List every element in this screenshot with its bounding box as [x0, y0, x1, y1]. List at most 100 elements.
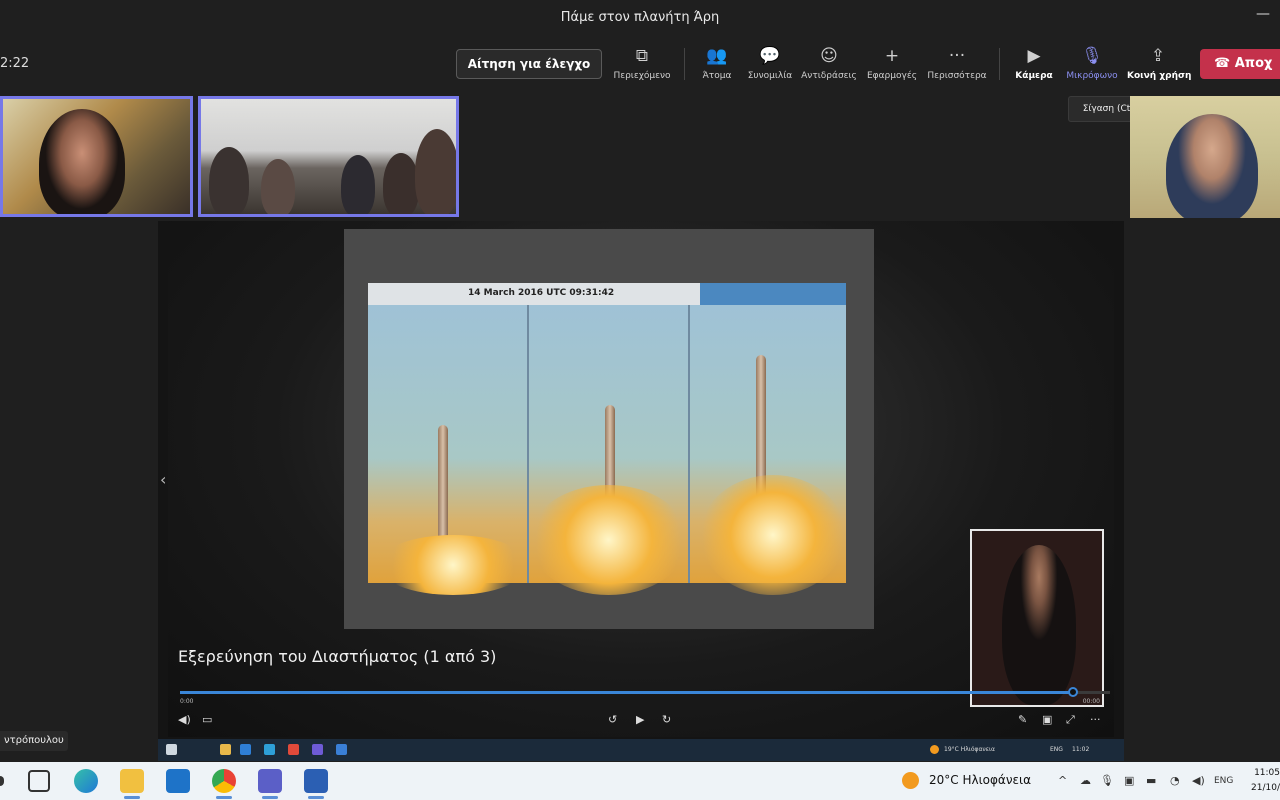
meeting-timer: 2:22 [0, 56, 30, 71]
edge-icon[interactable] [74, 769, 98, 793]
fullscreen-icon[interactable]: ⤢ [1066, 713, 1075, 727]
participant-video-3[interactable] [1130, 96, 1280, 218]
chat-button[interactable]: 💬 Συνομιλία [739, 44, 801, 81]
microphone-tray-icon: 🎙 [1100, 774, 1114, 787]
exhaust-plume [700, 475, 846, 595]
shared-language: ENG [1050, 746, 1063, 753]
chrome-icon [288, 744, 299, 755]
progress-handle[interactable] [1067, 687, 1078, 697]
clock-date: 21/10/ [1251, 783, 1280, 793]
volume-tray-icon: ◀) [1192, 774, 1205, 787]
shared-screen[interactable]: 14 March 2016 UTC 09:31:42 Εξερεύνηση το… [158, 221, 1124, 761]
rocket-panel-2 [529, 305, 688, 595]
interpreter-figure [1002, 545, 1076, 705]
start-icon [166, 744, 177, 755]
exhaust-plume [529, 485, 688, 595]
slide-logo [700, 283, 846, 305]
chat-icon: 💬 [759, 46, 781, 66]
rocket-panel-1 [368, 305, 528, 595]
camera-button[interactable]: ▶ Κάμερα [1003, 44, 1065, 81]
meet-now-icon: ▣ [1124, 774, 1135, 787]
window-title-bar: Πάμε στον πλανήτη Άρη — [0, 0, 1280, 36]
store-icon [240, 744, 251, 755]
elapsed-time: 0:00 [180, 698, 194, 705]
slide-header: 14 March 2016 UTC 09:31:42 [368, 283, 846, 305]
photos-icon [336, 744, 347, 755]
battery-icon: ▬ [1146, 774, 1157, 787]
volume-icon[interactable]: ◀) [178, 713, 191, 726]
rewind-icon[interactable]: ↺ [608, 713, 617, 726]
task-view-icon[interactable] [28, 770, 50, 792]
more-icon: ··· [948, 46, 966, 66]
camera-icon: ▶ [1027, 46, 1041, 66]
hang-up-icon: ☎ [1214, 56, 1231, 71]
toolbar-divider [999, 48, 1000, 80]
cloud-icon: ☁ [1080, 774, 1091, 787]
chevron-left-icon[interactable]: ‹ [160, 470, 166, 489]
share-tray-icon: ⧉ [635, 46, 649, 66]
video-subtitle: Εξερεύνηση του Διαστήματος (1 από 3) [178, 647, 497, 666]
clock-time: 11:05 [1254, 768, 1280, 778]
edit-icon[interactable]: ✎ [1018, 713, 1027, 726]
play-icon[interactable]: ▶ [636, 713, 644, 726]
miniplayer-icon[interactable]: ▣ [1042, 713, 1052, 726]
participant-video-1[interactable] [0, 96, 193, 217]
forward-icon[interactable]: ↻ [662, 713, 671, 726]
more-label: Περισσότερα [927, 71, 987, 81]
reactions-button[interactable]: ☺ Αντιδράσεις [798, 44, 860, 81]
participant-video-2[interactable] [198, 96, 459, 217]
meeting-toolbar: 2:22 Αίτηση για έλεγχο ⧉ Περιεχόμενο 👥 Ά… [0, 36, 1280, 94]
minimize-button[interactable]: — [1256, 6, 1270, 22]
shared-weather: 19°C Ηλιόφανεια [944, 746, 995, 753]
video-progress-bar[interactable] [180, 687, 1110, 697]
progress-fill [180, 691, 1073, 694]
microphone-button[interactable]: 🎙 Μικρόφωνο [1061, 44, 1123, 81]
file-explorer-icon[interactable] [120, 769, 144, 799]
word-icon[interactable] [304, 769, 328, 799]
share-screen-icon: ⇪ [1150, 46, 1166, 66]
rocket-panel-3 [690, 305, 846, 595]
projected-slide: 14 March 2016 UTC 09:31:42 [368, 283, 846, 595]
participant-figure [383, 153, 419, 214]
participant-figure [39, 109, 125, 214]
sun-icon [902, 772, 919, 789]
chrome-icon[interactable] [212, 769, 236, 799]
mail-icon[interactable] [166, 769, 190, 793]
network-icon: ◔ [1170, 774, 1180, 787]
microphone-label: Μικρόφωνο [1066, 71, 1118, 81]
search-icon[interactable] [0, 776, 4, 786]
apps-button[interactable]: + Εφαρμογές [861, 44, 923, 81]
reactions-icon: ☺ [820, 46, 838, 66]
more-button[interactable]: ··· Περισσότερα [926, 44, 988, 81]
captions-icon[interactable]: ▭ [202, 713, 212, 726]
participant-figure [341, 155, 375, 214]
apps-label: Εφαρμογές [867, 71, 917, 81]
share-tray-button[interactable]: ⧉ Περιεχόμενο [611, 44, 673, 81]
share-screen-button[interactable]: ⇪ Κοινή χρήση [1127, 44, 1192, 81]
chevron-up-icon[interactable]: ^ [1058, 774, 1067, 787]
request-control-button[interactable]: Αίτηση για έλεγχο [456, 49, 602, 79]
taskbar-weather[interactable]: 20°C Ηλιοφάνεια [929, 773, 1031, 787]
slide-caption: 14 March 2016 UTC 09:31:42 [468, 288, 615, 298]
total-time: 00:00 [1082, 698, 1100, 705]
teams-icon[interactable] [258, 769, 282, 799]
sign-language-interpreter [970, 529, 1104, 707]
leave-button[interactable]: ☎ Αποχ [1200, 49, 1280, 79]
weather-icon [930, 745, 939, 754]
language-indicator[interactable]: ENG [1214, 776, 1233, 786]
participant-figure [261, 159, 295, 214]
microphone-icon: 🎙 [1081, 46, 1103, 66]
share-tray-label: Περιεχόμενο [613, 71, 671, 81]
apps-icon: + [884, 46, 900, 66]
teams-icon [312, 744, 323, 755]
chat-label: Συνομιλία [747, 71, 793, 81]
edge-icon [264, 744, 275, 755]
share-screen-label: Κοινή χρήση [1127, 71, 1192, 81]
more-options-icon[interactable]: ··· [1090, 713, 1101, 726]
participant-figure [209, 147, 249, 214]
participant-figure [1166, 114, 1258, 218]
leave-label: Αποχ [1234, 56, 1273, 71]
taskbar-clock[interactable]: 11:05 21/10/ [1244, 766, 1280, 796]
toolbar-divider [684, 48, 685, 80]
shared-taskbar: 19°C Ηλιόφανεια ENG 11:02 [158, 739, 1124, 761]
